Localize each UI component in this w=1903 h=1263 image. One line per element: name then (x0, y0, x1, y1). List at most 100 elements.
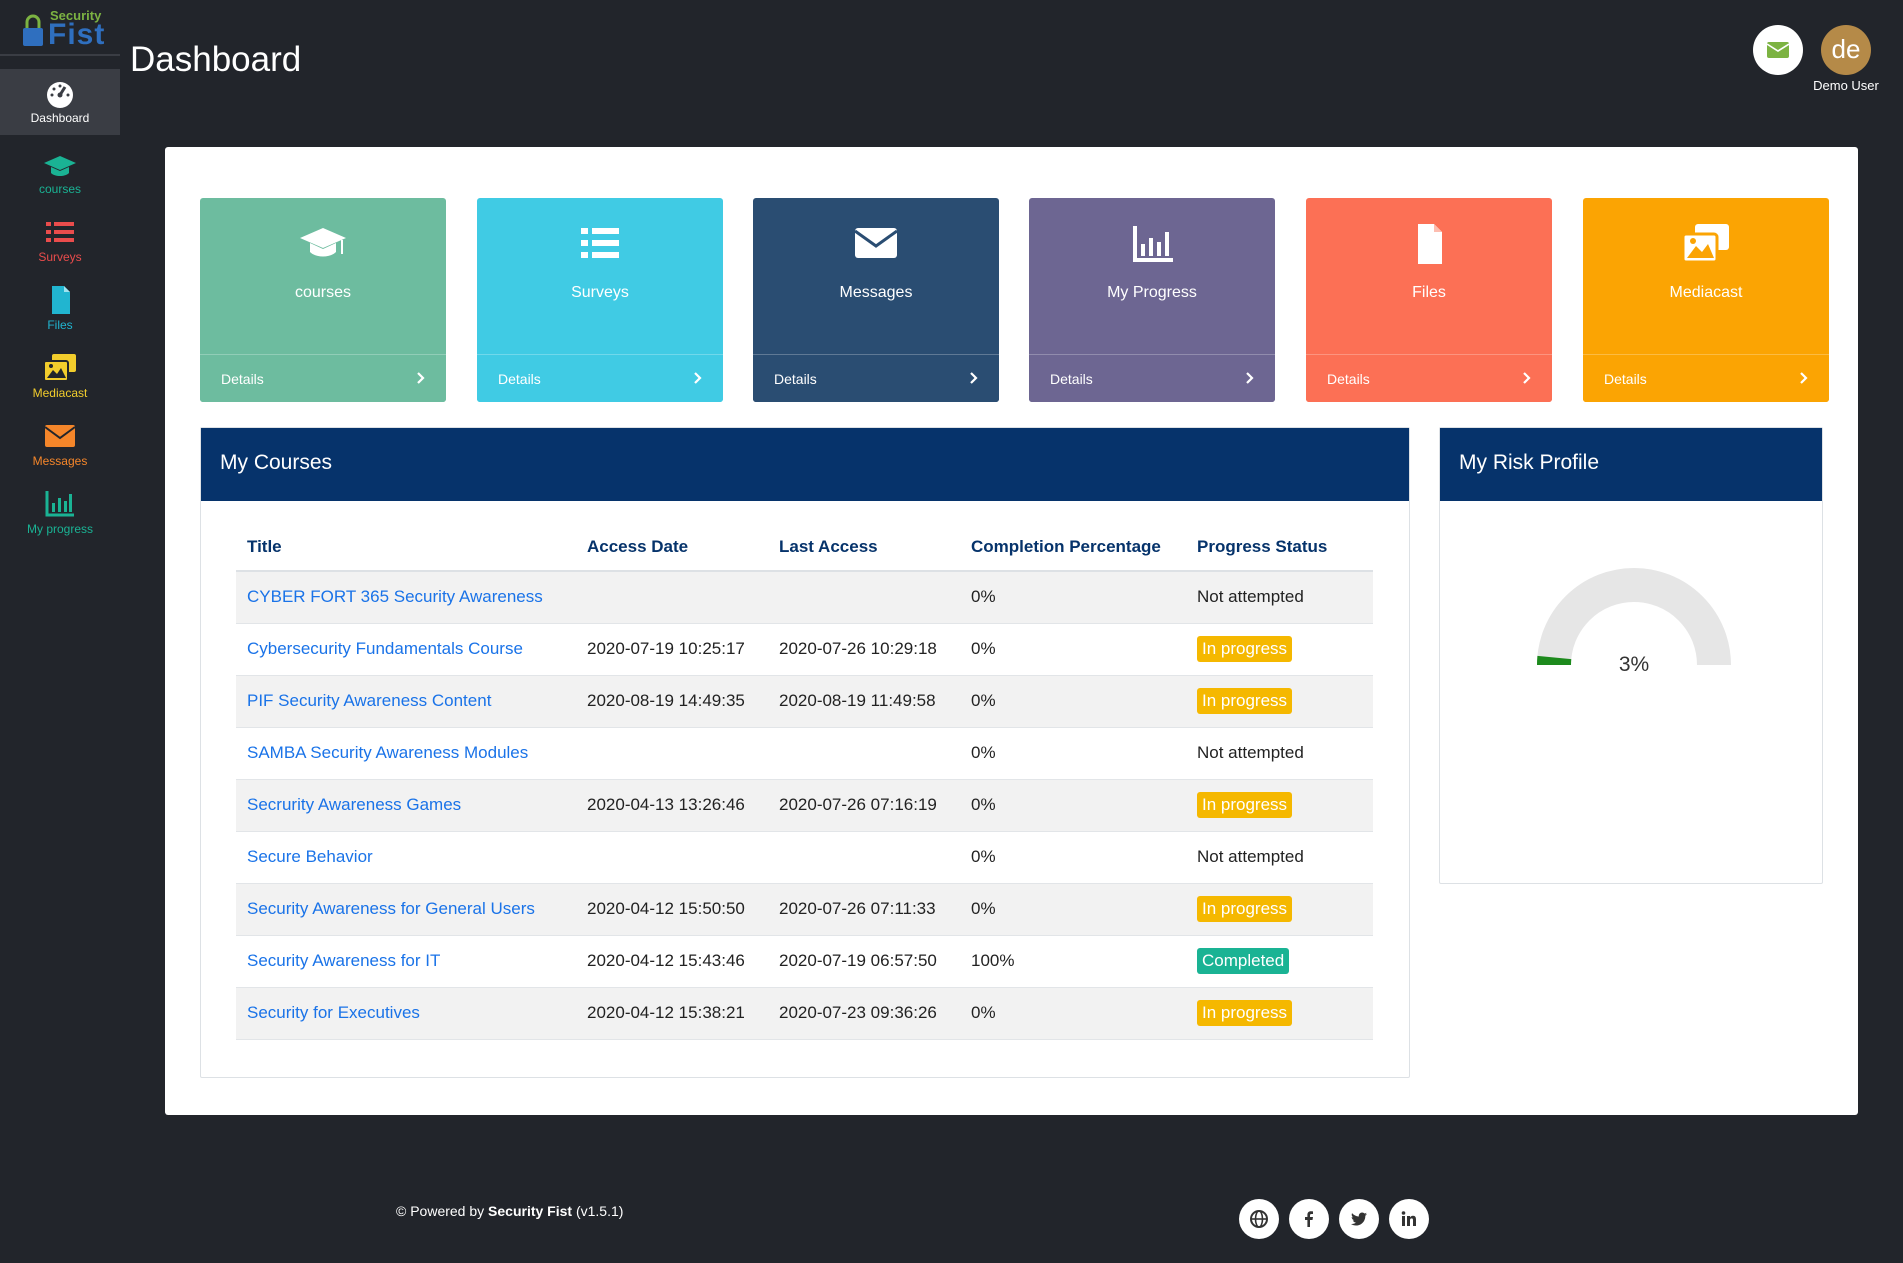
course-link[interactable]: Security for Executives (247, 1003, 420, 1022)
status-cell: In progress (1186, 883, 1373, 936)
tile-footer[interactable]: Details (1306, 354, 1552, 402)
tile-courses[interactable]: courses Details (200, 198, 446, 402)
access-date-cell (576, 831, 768, 884)
access-date-cell (576, 727, 768, 780)
chevron-right-icon (417, 372, 425, 384)
access-date-cell: 2020-04-12 15:38:21 (576, 987, 768, 1040)
details-link[interactable]: Details (221, 371, 264, 387)
card-header: My Courses (201, 428, 1409, 501)
tile-footer[interactable]: Details (1583, 354, 1829, 402)
chevron-right-icon (1523, 372, 1531, 384)
table-row: Security Awareness for IT 2020-04-12 15:4… (236, 935, 1373, 988)
completion-cell: 0% (960, 883, 1186, 936)
access-date-cell (576, 571, 768, 624)
bar-chart-icon (45, 491, 74, 517)
avatar[interactable]: de (1821, 25, 1871, 75)
sidebar-item-mediacast[interactable]: Mediacast (0, 344, 120, 410)
status-badge: In progress (1197, 1000, 1293, 1026)
table-row: Cybersecurity Fundamentals Course 2020-07… (236, 623, 1373, 676)
status-cell: Completed (1186, 935, 1373, 988)
last-access-cell: 2020-07-26 07:16:19 (768, 779, 960, 832)
tile-mediacast[interactable]: Mediacast Details (1583, 198, 1829, 402)
details-link[interactable]: Details (1050, 371, 1093, 387)
last-access-cell: 2020-07-26 07:11:33 (768, 883, 960, 936)
main-panel: courses Details Surveys Details Messages… (165, 147, 1858, 1115)
details-link[interactable]: Details (774, 371, 817, 387)
course-link[interactable]: Secure Behavior (247, 847, 373, 866)
column-header[interactable]: Title (236, 523, 576, 572)
logo[interactable]: Security Fist (18, 4, 104, 52)
sidebar-item-label: Files (47, 318, 73, 332)
tile-footer[interactable]: Details (200, 354, 446, 402)
tile-title: Messages (839, 284, 913, 301)
sidebar-item-messages[interactable]: Messages (0, 412, 120, 478)
tile-footer[interactable]: Details (477, 354, 723, 402)
courses-table: Title Access Date Last Access Completion… (236, 523, 1373, 1040)
linkedin-icon (1401, 1211, 1416, 1226)
status-badge: In progress (1197, 688, 1293, 714)
tile-footer[interactable]: Details (753, 354, 999, 402)
sidebar-item-dashboard[interactable]: Dashboard (0, 69, 120, 135)
details-link[interactable]: Details (1604, 371, 1647, 387)
speedometer-icon (47, 82, 73, 108)
course-link[interactable]: Security Awareness for IT (247, 951, 440, 970)
table-row: Security for Executives 2020-04-12 15:38:… (236, 987, 1373, 1040)
tile-title: Files (1412, 284, 1446, 301)
facebook-icon (1305, 1211, 1313, 1227)
course-title-cell: PIF Security Awareness Content (236, 675, 576, 728)
course-link[interactable]: Secrurity Awareness Games (247, 795, 461, 814)
course-title-cell: Cybersecurity Fundamentals Course (236, 623, 576, 676)
access-date-cell: 2020-04-12 15:50:50 (576, 883, 768, 936)
last-access-cell: 2020-07-19 06:57:50 (768, 935, 960, 988)
course-link[interactable]: Cybersecurity Fundamentals Course (247, 639, 523, 658)
sidebar-item-label: Messages (32, 454, 88, 468)
card-title: My Courses (220, 451, 333, 474)
column-header[interactable]: Last Access (768, 523, 960, 572)
course-link[interactable]: Security Awareness for General Users (247, 899, 535, 918)
course-link[interactable]: CYBER FORT 365 Security Awareness (247, 587, 543, 606)
status-cell: Not attempted (1186, 831, 1373, 884)
access-date-cell: 2020-04-13 13:26:46 (576, 779, 768, 832)
file-icon (1418, 224, 1442, 264)
sidebar-item-files[interactable]: Files (0, 276, 120, 342)
status-cell: Not attempted (1186, 571, 1373, 624)
table-row: SAMBA Security Awareness Modules 0% Not at… (236, 727, 1373, 780)
twitter-icon (1351, 1212, 1367, 1226)
linkedin-button[interactable] (1389, 1199, 1429, 1239)
user-name[interactable]: Demo User (1806, 78, 1886, 93)
column-header[interactable]: Completion Percentage (960, 523, 1186, 572)
list-icon (581, 228, 619, 258)
footer-brand[interactable]: Security Fist (488, 1203, 572, 1219)
images-icon (1681, 224, 1729, 264)
details-link[interactable]: Details (1327, 371, 1370, 387)
sidebar-item-my-progress[interactable]: My progress (0, 480, 120, 546)
globe-icon (1250, 1210, 1268, 1228)
twitter-button[interactable] (1339, 1199, 1379, 1239)
course-link[interactable]: SAMBA Security Awareness Modules (247, 743, 528, 762)
sidebar-item-surveys[interactable]: Surveys (0, 208, 120, 274)
course-title-cell: Security Awareness for IT (236, 935, 576, 988)
completion-cell: 0% (960, 571, 1186, 624)
tile-footer[interactable]: Details (1029, 354, 1275, 402)
tile-messages[interactable]: Messages Details (753, 198, 999, 402)
sidebar-item-label: Surveys (38, 250, 82, 264)
sidebar-item-label: My progress (26, 522, 94, 536)
sidebar-item-courses[interactable]: courses (0, 140, 120, 206)
tile-title: courses (294, 284, 352, 301)
tile-my-progress[interactable]: My Progress Details (1029, 198, 1275, 402)
last-access-cell (768, 727, 960, 780)
column-header[interactable]: Access Date (576, 523, 768, 572)
last-access-cell: 2020-07-26 10:29:18 (768, 623, 960, 676)
details-link[interactable]: Details (498, 371, 541, 387)
sidebar-item-label: courses (38, 182, 82, 196)
risk-gauge: 3% (1520, 553, 1748, 683)
column-header[interactable]: Progress Status (1186, 523, 1373, 572)
tile-files[interactable]: Files Details (1306, 198, 1552, 402)
messages-button[interactable] (1753, 25, 1803, 75)
facebook-button[interactable] (1289, 1199, 1329, 1239)
tile-surveys[interactable]: Surveys Details (477, 198, 723, 402)
course-link[interactable]: PIF Security Awareness Content (247, 691, 491, 710)
envelope-icon (44, 425, 76, 447)
website-button[interactable] (1239, 1199, 1279, 1239)
graduation-cap-icon (300, 228, 346, 257)
